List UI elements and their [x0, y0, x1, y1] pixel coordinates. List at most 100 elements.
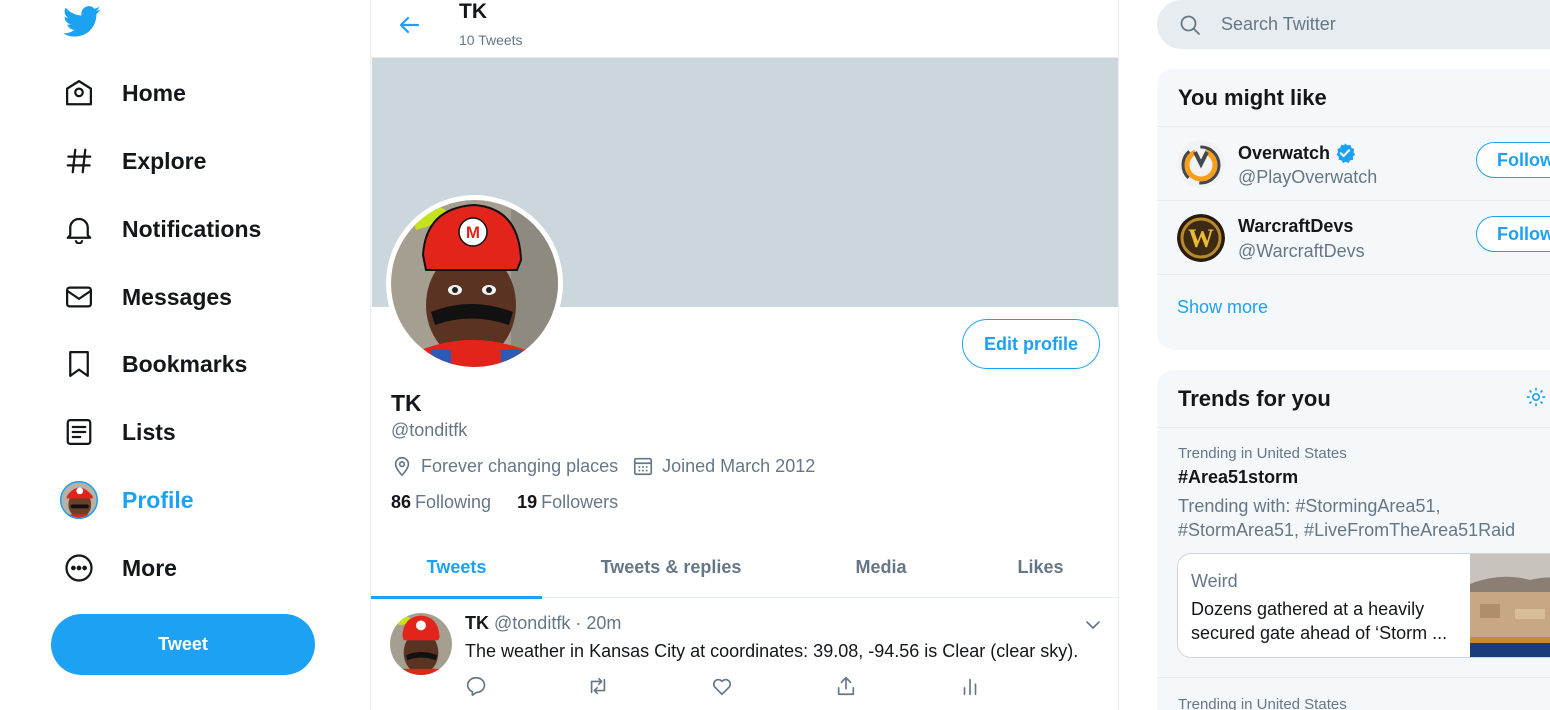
trend-context: Trending in United States [1178, 445, 1347, 462]
nav-home-label: Home [122, 79, 186, 106]
compose-tweet-button[interactable]: Tweet [51, 614, 315, 675]
trend-news-card[interactable]: Weird Dozens gathered at a heavily secur… [1177, 553, 1550, 658]
tab-tweets-replies[interactable]: Tweets & replies [542, 536, 800, 598]
search-icon [1177, 12, 1203, 38]
header-tweet-count: 10 Tweets [459, 32, 523, 48]
tweet-text: The weather in Kansas City at coordinate… [465, 641, 1079, 661]
home-icon [58, 72, 100, 114]
edit-profile-button[interactable]: Edit profile [962, 319, 1100, 369]
gear-icon[interactable] [1525, 386, 1547, 413]
retweet-icon[interactable] [585, 673, 611, 699]
reply-icon[interactable] [463, 673, 489, 699]
tab-likes[interactable]: Likes [962, 536, 1118, 598]
who-to-follow-title: You might like [1157, 69, 1550, 127]
profile-location: Forever changing places [391, 455, 618, 477]
tweet-separator: · [575, 613, 582, 633]
tweet-time[interactable]: 20m [586, 613, 621, 633]
trend-item[interactable]: Trending in United States #Area51storm T… [1157, 428, 1550, 678]
trend-context: Trending in United States [1178, 696, 1347, 710]
profile-tabs: Tweets Tweets & replies Media Likes [371, 536, 1118, 599]
nav-profile-label: Profile [122, 486, 194, 513]
follow-button[interactable]: Follow [1476, 216, 1550, 252]
suggested-account[interactable]: Overwatch @PlayOverwatch Follow [1157, 127, 1550, 201]
nav-lists[interactable]: Lists [58, 410, 176, 454]
followers-count: 19 [517, 492, 538, 512]
suggested-account-handle: @PlayOverwatch [1238, 167, 1378, 187]
tweet-item[interactable]: TK @tonditfk · 20m The weather in Kansas… [371, 599, 1118, 710]
list-icon [58, 411, 100, 453]
overwatch-avatar[interactable] [1177, 140, 1225, 188]
tab-media[interactable]: Media [800, 536, 962, 598]
news-card-category: Weird [1191, 571, 1238, 591]
nav-lists-label: Lists [122, 418, 176, 445]
profile-handle: @tonditfk [391, 420, 468, 440]
search-input[interactable] [1221, 14, 1521, 35]
location-pin-icon [394, 456, 410, 477]
following-label: Following [415, 492, 492, 512]
share-icon[interactable] [833, 673, 859, 699]
svg-text:M: M [466, 223, 480, 242]
followers-link[interactable]: 19 Followers [517, 492, 618, 513]
tweet-author-name[interactable]: TK [465, 613, 489, 633]
news-card-headline: Dozens gathered at a heavily secured gat… [1191, 599, 1448, 643]
warcraft-avatar[interactable]: W [1177, 214, 1225, 262]
nav-notifications[interactable]: Notifications [58, 207, 261, 251]
following-link[interactable]: 86 Following [391, 492, 491, 513]
profile-name: TK [391, 390, 422, 416]
trends-panel: Trends for you Trending in United States… [1157, 370, 1550, 710]
nav-messages-label: Messages [122, 283, 232, 310]
show-more-link[interactable]: Show more [1157, 275, 1550, 339]
envelope-icon [58, 276, 100, 318]
suggested-account[interactable]: W WarcraftDevs @WarcraftDevs Follow [1157, 201, 1550, 275]
calendar-icon [634, 457, 653, 476]
header-title: TK [459, 0, 487, 23]
nav-more[interactable]: More [58, 546, 177, 590]
profile-stats: 86 Following 19 Followers [391, 492, 644, 513]
trends-title: Trends for you [1178, 385, 1331, 411]
svg-text:W: W [1188, 224, 1214, 253]
chevron-down-icon[interactable] [1081, 613, 1105, 637]
profile-avatar[interactable]: M [386, 195, 563, 372]
nav-more-label: More [122, 554, 177, 581]
following-count: 86 [391, 492, 412, 512]
tweet-author-handle[interactable]: @tonditfk [494, 613, 570, 633]
analytics-icon[interactable] [957, 673, 983, 699]
suggested-account-name: Overwatch [1238, 142, 1356, 164]
nav-profile[interactable]: Profile [58, 478, 194, 522]
profile-avatar-icon [58, 479, 100, 521]
suggested-account-name: WarcraftDevs [1238, 216, 1354, 236]
news-card-thumbnail [1470, 554, 1550, 657]
profile-joined: Joined March 2012 [632, 455, 815, 477]
bell-icon [58, 208, 100, 250]
nav-bookmarks-label: Bookmarks [122, 350, 248, 377]
profile-timeline-column: TK 10 Tweets M Edit profile TK @tonditfk… [370, 0, 1119, 710]
suggested-account-handle: @WarcraftDevs [1238, 241, 1365, 261]
hashtag-icon [58, 140, 100, 182]
profile-location-text: Forever changing places [421, 455, 619, 476]
nav-notifications-label: Notifications [122, 215, 262, 242]
nav-bookmarks[interactable]: Bookmarks [58, 342, 247, 386]
profile-joined-text: Joined March 2012 [662, 455, 816, 476]
more-dots-icon [58, 547, 100, 589]
tab-tweets[interactable]: Tweets [371, 536, 542, 599]
bookmark-icon [58, 343, 100, 385]
like-heart-icon[interactable] [709, 673, 735, 699]
twitter-bird-logo-icon[interactable] [63, 6, 101, 38]
follow-button[interactable]: Follow [1476, 142, 1550, 178]
nav-explore-label: Explore [122, 147, 207, 174]
who-to-follow-panel: You might like Overwatch @PlayOverwatch … [1157, 69, 1550, 350]
trend-hashtag: #Area51storm [1178, 467, 1299, 487]
tweet-avatar[interactable] [390, 613, 452, 675]
tweet-header: TK @tonditfk · 20m [465, 613, 621, 634]
verified-badge-icon [1336, 143, 1356, 163]
profile-meta: Forever changing places Joined March 201… [391, 455, 829, 477]
left-navigation: Home Explore Notifications Messages Book… [0, 0, 370, 710]
nav-explore[interactable]: Explore [58, 139, 206, 183]
profile-header-bar: TK 10 Tweets [371, 0, 1118, 58]
nav-messages[interactable]: Messages [58, 275, 232, 319]
nav-home[interactable]: Home [58, 71, 186, 115]
back-arrow-icon[interactable] [393, 8, 427, 42]
trends-title-bar: Trends for you [1157, 370, 1550, 428]
followers-label: Followers [541, 492, 619, 512]
search-bar [1157, 0, 1550, 49]
